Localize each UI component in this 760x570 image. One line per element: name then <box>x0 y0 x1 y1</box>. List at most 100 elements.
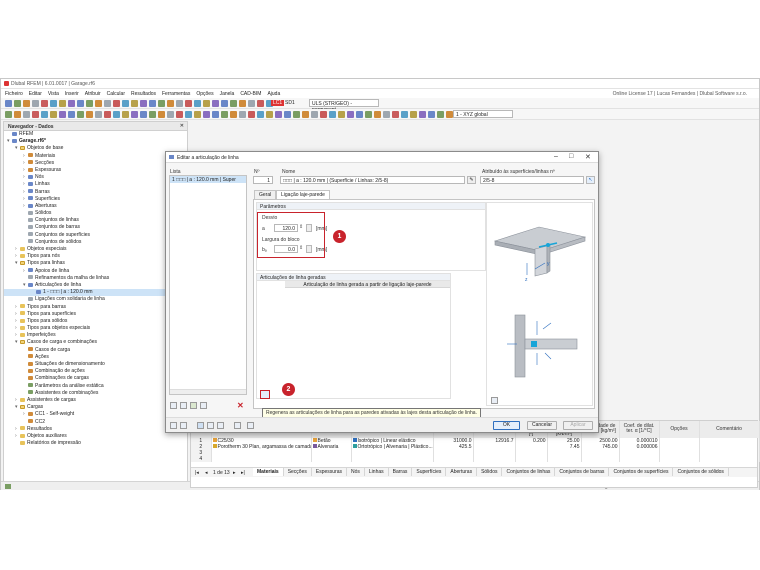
tree-item[interactable]: Combinações de cargas <box>4 375 187 382</box>
table-tab[interactable]: Sólidos <box>477 468 503 476</box>
tree-item[interactable]: › Imperfeições <box>4 332 187 339</box>
table-cell[interactable] <box>547 456 582 463</box>
tree-item[interactable]: Situações de dimensionamento <box>4 361 187 368</box>
combo-select[interactable]: ULS (STR/GEO) - permanent... <box>309 99 379 113</box>
table-cell[interactable] <box>515 456 548 463</box>
tab-general[interactable]: Geral <box>254 190 277 199</box>
toolbar-button-icon[interactable] <box>203 111 210 118</box>
table-cell[interactable] <box>659 456 700 463</box>
tree-item[interactable]: Assistentes de combinações <box>4 390 187 397</box>
select-icon[interactable]: ↖ <box>586 176 595 184</box>
tree-item[interactable]: › Objetos especiais <box>4 246 187 253</box>
tree-item[interactable]: › Assistentes de cargas <box>4 397 187 404</box>
toolbar-button-icon[interactable] <box>131 111 138 118</box>
tree-item[interactable]: CC2 <box>4 419 187 426</box>
menu-item[interactable]: Ficheiro <box>5 91 23 97</box>
toolbar-button-icon[interactable] <box>32 111 39 118</box>
toolbar-button-icon[interactable] <box>59 111 66 118</box>
toolbar-button-icon[interactable] <box>122 111 129 118</box>
toolbar-button-icon[interactable] <box>86 100 93 107</box>
new-icon[interactable] <box>170 402 177 409</box>
toolbar-button-icon[interactable] <box>239 100 246 107</box>
toolbar-button-icon[interactable] <box>248 111 255 118</box>
tree-item[interactable]: › Tipos para superfícies <box>4 311 187 318</box>
toolbar-button-icon[interactable] <box>50 111 57 118</box>
tree-item[interactable]: › Espessuras <box>4 167 187 174</box>
table-tab[interactable]: Materiais <box>253 468 284 476</box>
search-icon[interactable] <box>170 422 177 429</box>
tree-item[interactable]: › Superfícies <box>4 196 187 203</box>
preview-settings-icon[interactable] <box>491 397 498 404</box>
menu-item[interactable]: Ferramentas <box>162 91 190 97</box>
toolbar-button-icon[interactable] <box>212 111 219 118</box>
number-field[interactable]: 1 <box>253 176 273 184</box>
toolbar-button-icon[interactable] <box>284 111 291 118</box>
toolbar-button-icon[interactable] <box>140 111 147 118</box>
check-icon[interactable] <box>190 402 197 409</box>
toolbar-button-icon[interactable] <box>158 111 165 118</box>
toolbar-button-icon[interactable] <box>329 111 336 118</box>
toolbar-button-icon[interactable] <box>131 100 138 107</box>
tree-item[interactable]: Refinamentos da malha de linhas <box>4 275 187 282</box>
toolbar-button-icon[interactable] <box>257 100 264 107</box>
tree-item[interactable]: › Apoios de linha <box>4 268 187 275</box>
menu-item[interactable]: Resultados <box>131 91 156 97</box>
toolbar-button-icon[interactable] <box>401 111 408 118</box>
tree-item[interactable]: Ligações com solidaria de linha <box>4 296 187 303</box>
toolbar-button-icon[interactable] <box>221 100 228 107</box>
toolbar-button-icon[interactable] <box>113 111 120 118</box>
toolbar-button-icon[interactable] <box>302 111 309 118</box>
toolbar-button-icon[interactable] <box>176 111 183 118</box>
toolbar-button-icon[interactable] <box>293 111 300 118</box>
table-tab[interactable]: Secções <box>283 468 312 476</box>
menu-item[interactable]: Atribuir <box>85 91 101 97</box>
menu-item[interactable]: Janela <box>220 91 235 97</box>
menu-item[interactable]: Opções <box>196 91 213 97</box>
table-cell[interactable]: Ortotrópico | Alvenaria | Plástico... <box>351 443 434 450</box>
name-field[interactable]: □□□ | a : 120.0 mm | (Superfície / Linha… <box>280 176 465 184</box>
toolbar-button-icon[interactable] <box>23 111 30 118</box>
maximize-icon[interactable]: □ <box>569 153 573 160</box>
tree-item[interactable]: › Nós <box>4 174 187 181</box>
menu-item[interactable]: Editar <box>29 91 42 97</box>
regenerate-icon[interactable] <box>260 390 270 399</box>
tree-item[interactable]: › Tipos para barras <box>4 304 187 311</box>
pager-prev-icon[interactable]: ◂ <box>205 470 208 476</box>
toolbar-button-icon[interactable] <box>32 100 39 107</box>
close-icon[interactable]: ✕ <box>180 123 184 129</box>
tree-item[interactable]: Ações <box>4 354 187 361</box>
table-cell[interactable] <box>433 456 474 463</box>
toolbar-button-icon[interactable] <box>14 100 21 107</box>
toolbar-button-icon[interactable] <box>383 111 390 118</box>
toolbar-button-icon[interactable] <box>212 100 219 107</box>
pager-first-icon[interactable]: |◂ <box>195 470 199 476</box>
tree-item[interactable]: › Tipos para objetos especiais <box>4 325 187 332</box>
units-icon[interactable] <box>180 422 187 429</box>
delete-icon[interactable]: ✕ <box>237 401 244 410</box>
toolbar-button-icon[interactable] <box>149 100 156 107</box>
tree-item[interactable]: › Resultados <box>4 426 187 433</box>
table-tab[interactable]: Espessuras <box>311 468 347 476</box>
toolbar-button-icon[interactable] <box>68 111 75 118</box>
table-cell[interactable] <box>211 456 312 463</box>
toolbar-button-icon[interactable] <box>14 111 21 118</box>
toolbar-button-icon[interactable] <box>158 100 165 107</box>
ok-button[interactable]: OK <box>493 421 520 430</box>
toolbar-button-icon[interactable] <box>446 111 453 118</box>
tree-item[interactable]: Conjuntos de linhas <box>4 217 187 224</box>
toolbar-button-icon[interactable] <box>239 111 246 118</box>
toolbar-button-icon[interactable] <box>392 111 399 118</box>
toolbar-button-icon[interactable] <box>122 100 129 107</box>
toolbar-button-icon[interactable] <box>338 111 345 118</box>
toolbar-button-icon[interactable] <box>95 100 102 107</box>
toolbar-button-icon[interactable] <box>113 100 120 107</box>
tree-item[interactable]: ▾ Casos de carga e combinações <box>4 339 187 346</box>
tree-item[interactable]: RFEM <box>4 131 187 138</box>
toolbar-button-icon[interactable] <box>140 100 147 107</box>
tree-item[interactable]: Relatórios de impressão <box>4 440 187 447</box>
table-cell[interactable]: 4 <box>191 456 212 463</box>
toolbar-button-icon[interactable] <box>374 111 381 118</box>
toolbar-button-icon[interactable] <box>203 100 210 107</box>
tree-item[interactable]: Conjuntos de superfícies <box>4 232 187 239</box>
apply-button[interactable]: Aplicar <box>563 421 593 430</box>
